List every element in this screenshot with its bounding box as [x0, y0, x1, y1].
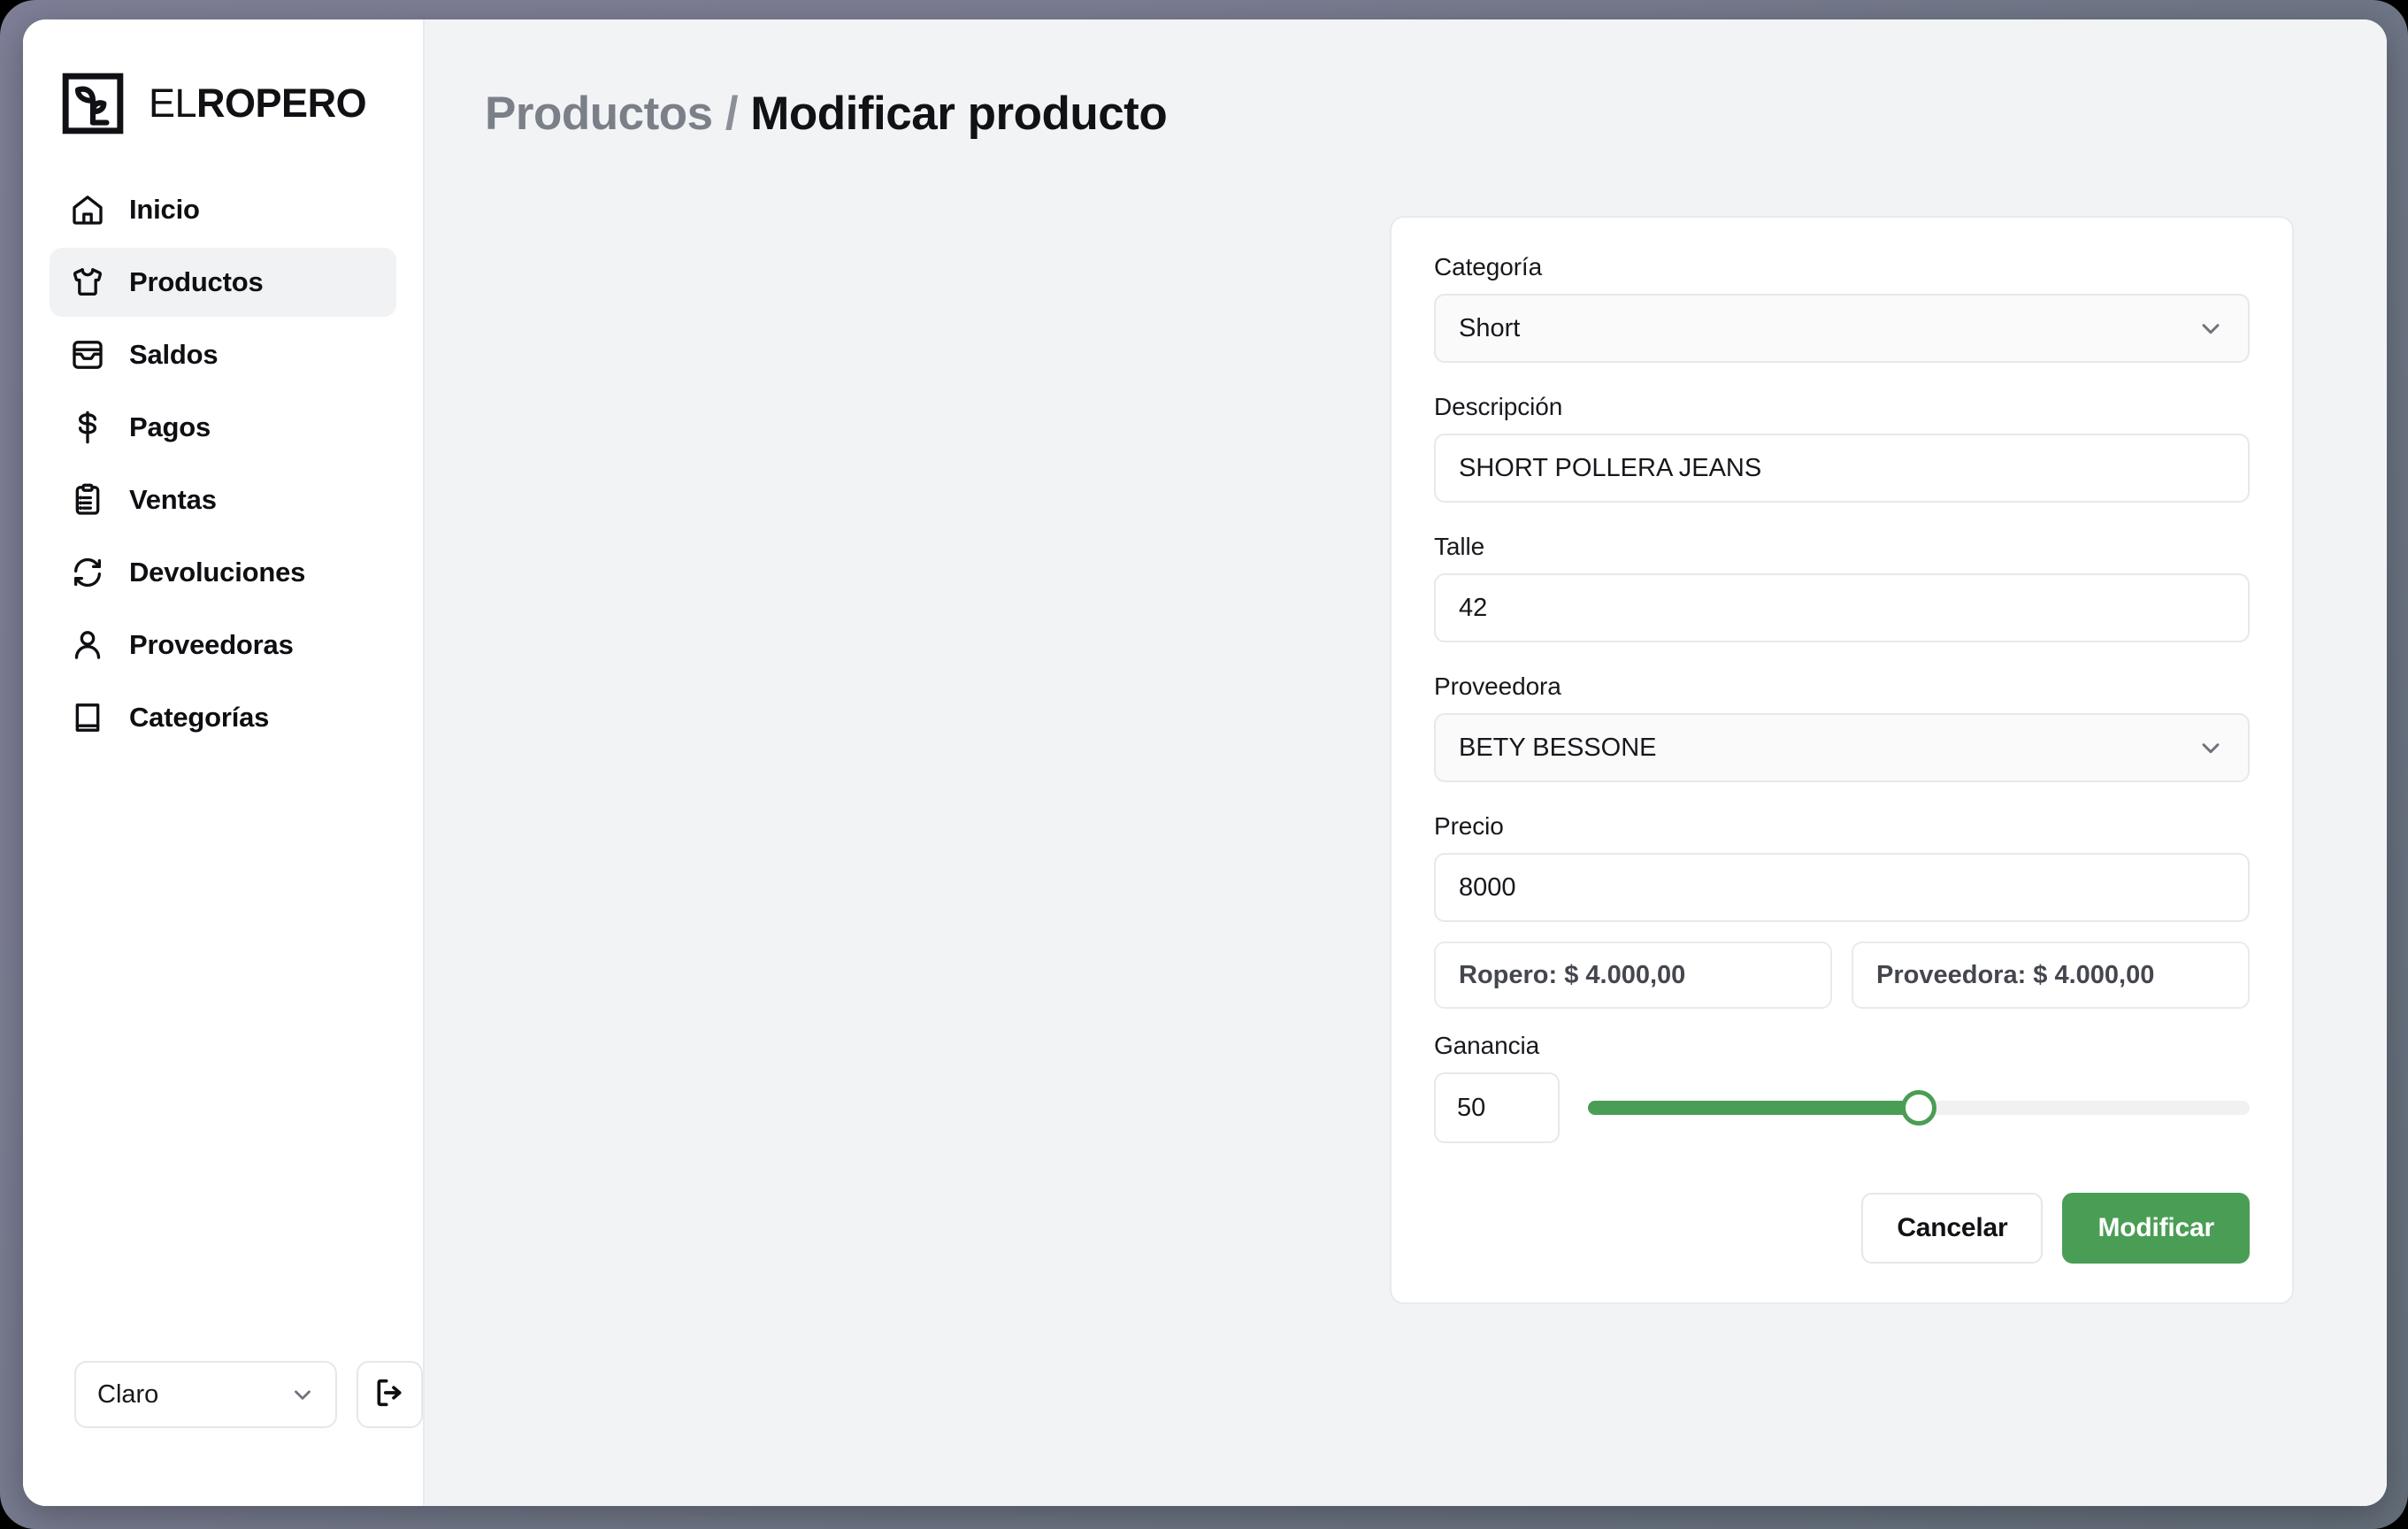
sidebar-item-label: Devoluciones [129, 557, 306, 588]
card-actions: Cancelar Modificar [1434, 1193, 2250, 1264]
field-descripcion: Descripción SHORT POLLERA JEANS [1434, 393, 2250, 503]
modify-button[interactable]: Modificar [2062, 1193, 2250, 1264]
sidebar-item-devoluciones[interactable]: Devoluciones [50, 538, 396, 607]
sidebar-footer: Claro [23, 1361, 423, 1506]
talle-value: 42 [1459, 593, 1488, 622]
field-precio: Precio 8000 [1434, 812, 2250, 922]
sidebar-item-label: Pagos [129, 411, 211, 442]
cancel-button[interactable]: Cancelar [1861, 1193, 2044, 1264]
book-icon [69, 699, 106, 736]
precio-input[interactable]: 8000 [1434, 853, 2250, 922]
sidebar: ELROPERO Inicio Productos Saldos Pagos V… [23, 19, 425, 1506]
ganancia-slider[interactable] [1588, 1090, 2250, 1126]
slider-thumb[interactable] [1901, 1090, 1936, 1126]
sprout-in-square-icon [60, 71, 126, 136]
proveedora-value: BETY BESSONE [1459, 733, 1657, 762]
user-icon [69, 626, 106, 664]
field-ganancia: Ganancia 50 [1434, 1032, 2250, 1143]
sidebar-item-pagos[interactable]: Pagos [50, 393, 396, 462]
precio-value: 8000 [1459, 872, 1516, 902]
sidebar-item-ventas[interactable]: Ventas [50, 465, 396, 534]
theme-select-value: Claro [97, 1379, 159, 1409]
ganancia-input[interactable]: 50 [1434, 1072, 1560, 1143]
ganancia-label: Ganancia [1434, 1032, 1540, 1059]
desktop-frame: ELROPERO Inicio Productos Saldos Pagos V… [0, 0, 2408, 1529]
tshirt-icon [69, 264, 106, 301]
sidebar-item-saldos[interactable]: Saldos [50, 320, 396, 389]
logout-button[interactable] [356, 1361, 423, 1428]
talle-input[interactable]: 42 [1434, 573, 2250, 642]
app-window: ELROPERO Inicio Productos Saldos Pagos V… [23, 19, 2387, 1506]
breadcrumb-current: Modificar producto [750, 88, 1168, 140]
proveedora-label: Proveedora [1434, 672, 1561, 700]
field-categoria: Categoría Short [1434, 253, 2250, 363]
brand-text-bold: ROPERO [196, 81, 367, 126]
slider-fill [1588, 1101, 1919, 1115]
sidebar-item-label: Inicio [129, 194, 200, 225]
main-content: Productos / Modificar producto Categoría… [425, 19, 2387, 1506]
talle-label: Talle [1434, 533, 1485, 560]
dollar-sign-icon [69, 409, 106, 446]
sidebar-item-productos[interactable]: Productos [50, 248, 396, 317]
descripcion-input[interactable]: SHORT POLLERA JEANS [1434, 434, 2250, 503]
logout-icon [372, 1375, 407, 1415]
descripcion-label: Descripción [1434, 393, 1563, 420]
categoria-select[interactable]: Short [1434, 294, 2250, 363]
edit-product-card: Categoría Short Descripción SHORT POLLER… [1390, 216, 2294, 1304]
sidebar-item-categorias[interactable]: Categorías [50, 683, 396, 752]
chevron-down-icon [2197, 314, 2225, 342]
categoria-label: Categoría [1434, 253, 1543, 280]
categoria-value: Short [1459, 313, 1521, 342]
page-title: Productos / Modificar producto [425, 19, 2387, 141]
clipboard-list-icon [69, 481, 106, 519]
brand-logo[interactable]: ELROPERO [23, 19, 423, 136]
price-split-readouts: Ropero: $ 4.000,00 Proveedora: $ 4.000,0… [1434, 941, 2250, 1009]
chevron-down-icon [289, 1381, 316, 1408]
sidebar-item-label: Ventas [129, 484, 217, 515]
field-talle: Talle 42 [1434, 533, 2250, 642]
readout-ropero: Ropero: $ 4.000,00 [1434, 941, 1832, 1009]
sidebar-item-label: Proveedoras [129, 629, 294, 660]
sidebar-item-label: Productos [129, 266, 264, 297]
brand-wordmark: ELROPERO [149, 81, 367, 127]
inbox-icon [69, 336, 106, 373]
sidebar-item-label: Saldos [129, 339, 219, 370]
ganancia-row: 50 [1434, 1072, 2250, 1143]
proveedora-select[interactable]: BETY BESSONE [1434, 713, 2250, 782]
sidebar-item-proveedoras[interactable]: Proveedoras [50, 611, 396, 680]
chevron-down-icon [2197, 734, 2225, 762]
descripcion-value: SHORT POLLERA JEANS [1459, 453, 1762, 482]
sidebar-item-inicio[interactable]: Inicio [50, 175, 396, 244]
brand-text-light: EL [149, 81, 197, 126]
refresh-cycle-icon [69, 554, 106, 591]
theme-select[interactable]: Claro [74, 1361, 337, 1428]
ganancia-value: 50 [1457, 1093, 1486, 1122]
breadcrumb-parent[interactable]: Productos [485, 88, 713, 140]
readout-proveedora: Proveedora: $ 4.000,00 [1852, 941, 2250, 1009]
sidebar-nav: Inicio Productos Saldos Pagos Ventas Dev… [23, 175, 423, 752]
field-proveedora: Proveedora BETY BESSONE [1434, 672, 2250, 782]
precio-label: Precio [1434, 812, 1504, 840]
sidebar-item-label: Categorías [129, 702, 270, 733]
breadcrumb-separator: / [725, 88, 739, 140]
home-icon [69, 191, 106, 228]
